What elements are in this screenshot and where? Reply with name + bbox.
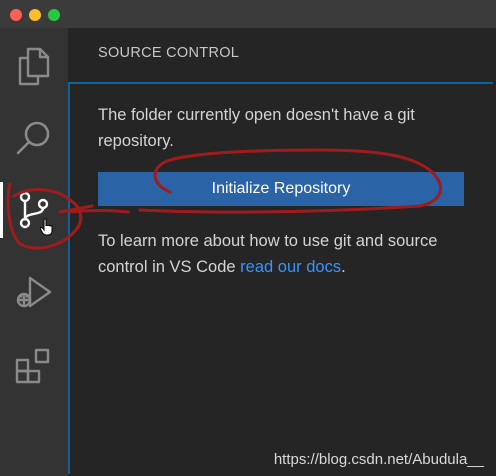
activity-source-control[interactable] xyxy=(0,182,68,238)
initialize-repository-button[interactable]: Initialize Repository xyxy=(98,172,464,206)
files-icon xyxy=(18,47,50,86)
activity-extensions[interactable] xyxy=(0,338,68,394)
activity-bar xyxy=(0,28,68,476)
learn-more-text: To learn more about how to use git and s… xyxy=(98,228,478,280)
minimize-window-button[interactable] xyxy=(29,9,41,21)
search-icon xyxy=(16,121,50,155)
title-bar xyxy=(0,0,496,28)
read-docs-link[interactable]: read our docs xyxy=(240,258,341,276)
run-debug-icon xyxy=(16,276,52,308)
extensions-icon xyxy=(15,348,50,384)
activity-explorer[interactable] xyxy=(0,38,68,94)
source-control-panel: SOURCE CONTROL The folder currently open… xyxy=(68,28,496,476)
activity-run-debug[interactable] xyxy=(0,264,68,320)
watermark: https://blog.csdn.net/Abudula__ xyxy=(273,451,484,468)
learn-more-suffix: . xyxy=(341,258,346,276)
maximize-window-button[interactable] xyxy=(48,9,60,21)
activity-search[interactable] xyxy=(0,110,68,166)
no-repository-message: The folder currently open doesn't have a… xyxy=(98,106,415,150)
close-window-button[interactable] xyxy=(10,9,22,21)
hand-cursor-icon xyxy=(40,218,53,236)
panel-title: SOURCE CONTROL xyxy=(98,45,240,61)
